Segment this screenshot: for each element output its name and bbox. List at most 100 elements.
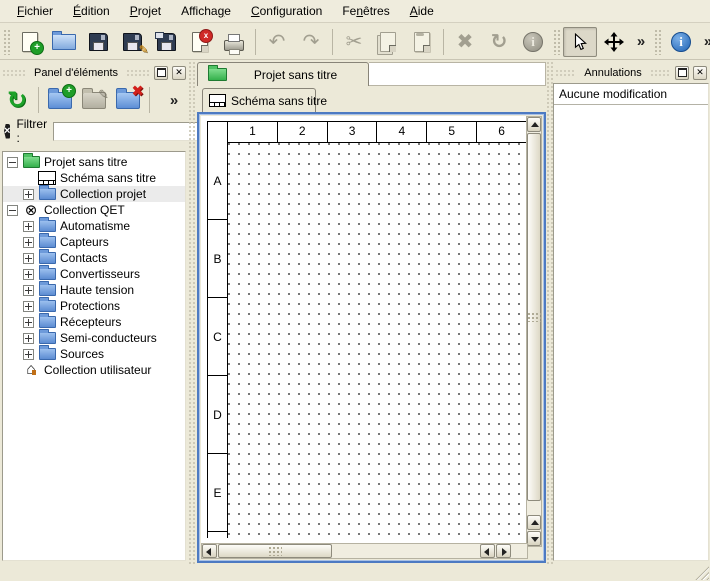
scroll-left-button-2[interactable] [480,544,495,558]
elements-panel-titlebar[interactable]: Panel d'éléments ✕ [0,64,188,81]
menu-affichage[interactable]: Affichage [172,1,240,21]
tree-item-collection-qet[interactable]: ⊗ Collection QET [3,202,185,218]
tree-item-semi-conducteurs[interactable]: Semi-conducteurs [3,330,185,346]
expander-minus-icon[interactable] [7,205,18,216]
diagram-canvas[interactable]: 1 2 3 4 5 6 A B C D E [201,116,528,547]
vertical-scroll-thumb[interactable] [527,133,541,501]
menu-fenetres[interactable]: Fenêtres [333,1,398,21]
close-panel-button[interactable]: ✕ [172,66,186,80]
expander-minus-icon[interactable] [7,157,18,168]
edit-category-button[interactable]: ✎ [77,84,111,116]
tree-item-capteurs[interactable]: Capteurs [3,234,185,250]
expander-plus-icon[interactable] [23,189,34,200]
main-toolbar: + ✎ x ↶ ↷ ✂ ✖ ↻ i [0,24,710,60]
rotate-button[interactable]: ↻ [482,27,516,57]
menu-edition[interactable]: Édition [64,1,119,21]
expander-plus-icon[interactable] [23,349,34,360]
menu-configuration[interactable]: Configuration [242,1,331,21]
diagram-info-button[interactable]: i [664,27,698,57]
undo-button[interactable]: ↶ [260,27,294,57]
delete-category-button[interactable]: ✖ [111,84,145,116]
tree-item-automatisme[interactable]: Automatisme [3,218,185,234]
undo-list-item[interactable]: Aucune modification [554,84,708,105]
print-button[interactable] [217,27,251,57]
undo-panel-titlebar[interactable]: Annulations ✕ [553,64,710,81]
project-tab[interactable]: Projet sans titre [197,62,369,86]
clear-filter-icon[interactable]: × [4,124,10,139]
menu-aide[interactable]: Aide [401,1,443,21]
close-document-button[interactable]: x [183,27,217,57]
blue-folder-icon [38,332,56,345]
copy-button[interactable] [371,27,405,57]
tree-item-recepteurs[interactable]: Récepteurs [3,314,185,330]
save-all-button[interactable] [149,27,183,57]
left-dock-splitter[interactable] [188,61,196,565]
collections-toolbar-overflow-button[interactable]: » [164,85,184,115]
horizontal-scrollbar[interactable] [201,543,528,559]
float-panel-button[interactable] [675,66,689,80]
element-info-button[interactable]: i [516,27,550,57]
scroll-right-button[interactable] [496,544,511,558]
expander-plus-icon[interactable] [23,317,34,328]
tree-item-collection-utilisateur[interactable]: ⌂ Collection utilisateur [3,362,185,378]
open-document-button[interactable] [47,27,81,57]
save-as-button[interactable]: ✎ [115,27,149,57]
expander-plus-icon[interactable] [23,237,34,248]
arrow-up-icon [531,122,539,127]
tree-item-convertisseurs[interactable]: Convertisseurs [3,266,185,282]
toolbar-separator [255,29,256,55]
tree-item-project[interactable]: Projet sans titre [3,154,185,170]
tree-item-protections[interactable]: Protections [3,298,185,314]
scroll-up-button-2[interactable] [527,515,541,530]
tree-item-schema[interactable]: Schéma sans titre [3,170,185,186]
sheet-row-label: E [208,454,227,532]
blue-folder-icon [38,220,56,233]
save-button[interactable] [81,27,115,57]
toolbar-overflow-button-2[interactable]: » [698,27,710,57]
redo-button[interactable]: ↷ [294,27,328,57]
arrow-right-icon [502,548,507,556]
float-panel-button[interactable] [154,66,168,80]
blue-folder-icon [38,236,56,249]
cut-button[interactable]: ✂ [337,27,371,57]
expander-plus-icon[interactable] [23,301,34,312]
scroll-left-button[interactable] [202,544,217,558]
undo-panel-title: Annulations [580,67,646,79]
menu-fichier[interactable]: Fichier [8,1,62,21]
new-document-button[interactable]: + [13,27,47,57]
select-mode-button[interactable] [563,27,597,57]
new-category-button[interactable]: + [43,84,77,116]
tree-item-collection-projet[interactable]: Collection projet [3,186,185,202]
tree-item-sources[interactable]: Sources [3,346,185,362]
toolbar-drag-handle[interactable] [654,29,661,55]
expander-plus-icon[interactable] [23,285,34,296]
scroll-up-button[interactable] [527,117,541,132]
reload-collections-button[interactable]: ↻ [0,84,34,116]
pan-mode-button[interactable] [597,27,631,57]
close-panel-button[interactable]: ✕ [693,66,707,80]
horizontal-scroll-thumb[interactable] [218,544,332,558]
toolbar-drag-handle[interactable] [553,29,560,55]
expander-plus-icon[interactable] [23,221,34,232]
blue-folder-icon [38,284,56,297]
delete-button[interactable]: ✖ [448,27,482,57]
filter-label: Filtrer : [16,117,47,145]
toolbar-drag-handle[interactable] [3,29,10,55]
expander-plus-icon[interactable] [23,333,34,344]
tree-item-contacts[interactable]: Contacts [3,250,185,266]
vertical-scrollbar[interactable] [526,116,542,547]
expander-plus-icon[interactable] [23,253,34,264]
elements-panel-dock: Panel d'éléments ✕ ↻ + ✎ ✖ » × Filtrer : [0,61,188,565]
toolbar-overflow-button[interactable]: » [631,27,651,57]
tree-item-haute-tension[interactable]: Haute tension [3,282,185,298]
resize-grip[interactable] [695,566,709,580]
sheet-column-label: 3 [328,122,378,142]
scroll-down-button[interactable] [527,531,541,546]
paste-button[interactable] [405,27,439,57]
right-dock-splitter[interactable] [546,61,553,565]
tree-item-label: Automatisme [60,219,130,233]
schema-tab[interactable]: Schéma sans titre [202,88,316,112]
expander-plus-icon[interactable] [23,269,34,280]
menu-projet[interactable]: Projet [121,1,170,21]
project-tabbar-empty [369,62,546,86]
